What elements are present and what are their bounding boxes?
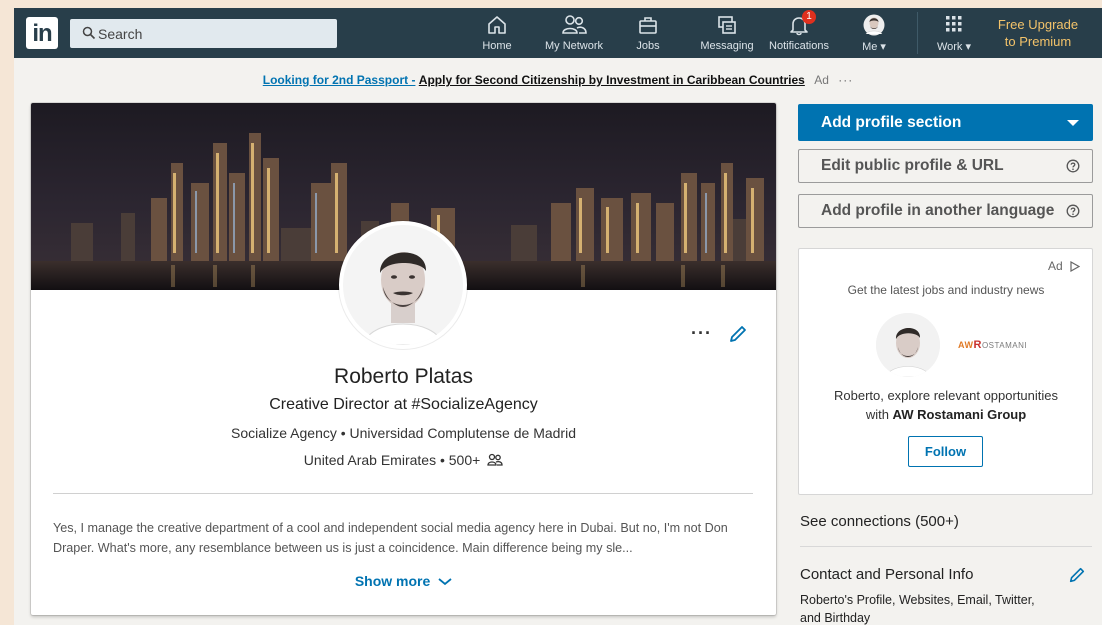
nav-work-label: Work ▾ xyxy=(936,41,972,53)
search-input[interactable]: Search xyxy=(70,19,337,48)
my-network-icon xyxy=(562,15,587,34)
jobs-icon xyxy=(639,17,657,34)
nav-home-label: Home xyxy=(482,40,512,52)
profile-location-text: United Arab Emirates • 500+ xyxy=(303,452,481,468)
sidebar-ad-body-line2: with AW Rostamani Group xyxy=(806,405,1086,424)
nav-messaging-label: Messaging xyxy=(700,40,754,52)
top-ad-banner: Looking for 2nd Passport - Apply for Sec… xyxy=(14,73,1102,87)
profile-more-button[interactable]: ··· xyxy=(691,323,712,344)
show-more-label: Show more xyxy=(354,573,431,589)
sidebar-ad-avatar xyxy=(876,313,940,377)
premium-line-2: to Premium xyxy=(1004,34,1072,49)
sidebar-ad-content: Ad Get the latest jobs and industry news… xyxy=(806,253,1086,490)
caret-down-icon xyxy=(1067,120,1079,126)
nav-home[interactable]: Home xyxy=(472,8,522,58)
contact-info-summary: Roberto's Profile, Websites, Email, Twit… xyxy=(800,593,1035,625)
nav-notifications-label: Notifications xyxy=(769,40,829,52)
notification-badge: 1 xyxy=(802,10,816,24)
company-logo-r: R xyxy=(973,339,982,351)
profile-headline: Creative Director at #SocializeAgency xyxy=(269,396,538,413)
card-divider xyxy=(53,493,753,494)
ad-link[interactable]: Looking for 2nd Passport - xyxy=(263,73,416,87)
edit-contact-pencil-icon[interactable] xyxy=(1068,566,1086,584)
premium-upgrade-link[interactable]: Free Upgrade to Premium xyxy=(982,16,1094,50)
nav-notifications[interactable]: 1 Notifications xyxy=(762,8,836,58)
nav-me[interactable]: Me ▾ xyxy=(854,8,894,58)
profile-name: Roberto Platas xyxy=(334,365,473,388)
nav-jobs-label: Jobs xyxy=(636,40,660,52)
rail-divider xyxy=(800,546,1092,547)
search-placeholder: Search xyxy=(98,26,143,42)
nav-divider xyxy=(917,12,918,54)
edit-public-profile-button[interactable]: Edit public profile & URL xyxy=(798,149,1093,183)
sidebar-ad-company: AW Rostamani Group xyxy=(892,407,1027,422)
ad-choices-icon xyxy=(1070,260,1081,273)
search-icon xyxy=(82,26,96,40)
connections-icon xyxy=(487,453,503,466)
ad-tag: Ad xyxy=(814,73,829,87)
profile-card: ··· Roberto Platas Creative Director at … xyxy=(31,103,776,615)
help-icon[interactable] xyxy=(1066,204,1080,218)
company-logo-aw: AW xyxy=(958,340,974,350)
ad-more-options[interactable]: ··· xyxy=(838,73,853,87)
sidebar-ad-body-line1: Roberto, explore relevant opportunities xyxy=(833,388,1059,403)
show-more-button[interactable]: Show more xyxy=(31,573,776,589)
linkedin-logo[interactable]: in xyxy=(26,17,58,49)
help-icon[interactable] xyxy=(1066,159,1080,173)
company-logo: AWROSTAMANI xyxy=(958,339,1027,351)
sidebar-ad-headline: Get the latest jobs and industry news xyxy=(847,283,1045,297)
company-logo-rest: OSTAMANI xyxy=(981,341,1028,350)
sidebar-ad-body: Roberto, explore relevant opportunities … xyxy=(806,386,1086,424)
add-profile-section-label: Add profile section xyxy=(821,114,962,131)
chevron-down-icon xyxy=(438,578,452,586)
sidebar-ad-card: Ad Get the latest jobs and industry news… xyxy=(798,248,1093,495)
edit-intro-pencil-icon[interactable] xyxy=(728,324,748,344)
add-language-profile-label: Add profile in another language xyxy=(821,202,1055,219)
profile-photo[interactable] xyxy=(339,221,467,349)
home-icon xyxy=(488,16,506,34)
nav-my-network[interactable]: My Network xyxy=(536,8,612,58)
nav-jobs[interactable]: Jobs xyxy=(626,8,670,58)
linkedin-window: in Search Home My Network Jobs Messaging… xyxy=(14,8,1102,625)
profile-photo-image xyxy=(343,225,463,345)
ad-text[interactable]: Apply for Second Citizenship by Investme… xyxy=(419,73,805,87)
sidebar-ad-label[interactable]: Ad xyxy=(1047,259,1081,273)
nav-my-network-label: My Network xyxy=(544,40,604,52)
profile-summary: Yes, I manage the creative department of… xyxy=(53,521,728,555)
follow-button[interactable]: Follow xyxy=(908,436,983,467)
sidebar-ad-tag: Ad xyxy=(1047,259,1063,273)
add-language-profile-button[interactable]: Add profile in another language xyxy=(798,194,1093,228)
me-avatar xyxy=(863,14,885,36)
messaging-icon xyxy=(718,16,736,34)
premium-line-1: Free Upgrade xyxy=(997,17,1079,32)
add-profile-section-button[interactable]: Add profile section xyxy=(798,104,1093,141)
see-connections-link[interactable]: See connections (500+) xyxy=(800,513,959,530)
nav-me-label: Me ▾ xyxy=(862,41,886,53)
edit-public-profile-label: Edit public profile & URL xyxy=(821,157,1004,174)
nav-messaging[interactable]: Messaging xyxy=(692,8,762,58)
work-grid-icon xyxy=(946,16,962,32)
profile-company-school[interactable]: Socialize Agency • Universidad Compluten… xyxy=(31,425,776,441)
sidebar-ad-body-prefix: with xyxy=(865,407,893,422)
nav-work[interactable]: Work ▾ xyxy=(932,8,976,58)
profile-location-connections[interactable]: United Arab Emirates • 500+ xyxy=(31,452,776,468)
contact-info-title: Contact and Personal Info xyxy=(800,566,974,583)
top-navbar: in Search Home My Network Jobs Messaging… xyxy=(14,8,1102,58)
